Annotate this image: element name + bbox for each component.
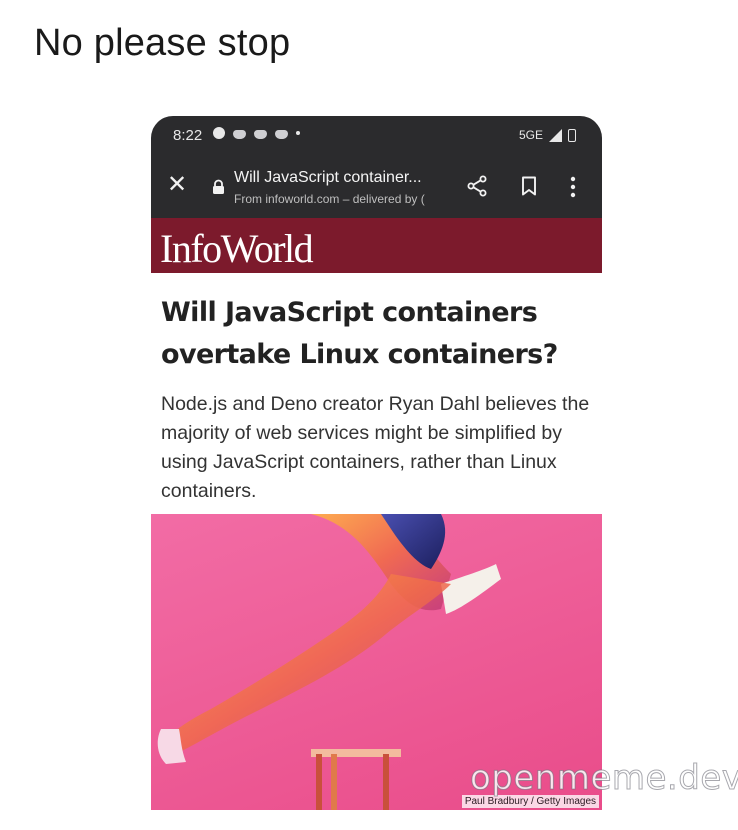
article-headline: Will JavaScript containers overtake Linu… bbox=[161, 297, 558, 370]
discord-icon bbox=[254, 129, 267, 139]
site-header: InfoWorld bbox=[151, 218, 602, 273]
post-caption: No please stop bbox=[34, 22, 291, 64]
network-label: 5GE bbox=[518, 128, 543, 142]
tab-title[interactable]: Will JavaScript container... bbox=[234, 169, 422, 187]
infoworld-logo[interactable]: InfoWorld bbox=[160, 225, 314, 272]
message-notification-icon bbox=[213, 127, 225, 139]
tab-subtitle: From infoworld.com – delivered by ( bbox=[234, 192, 425, 206]
status-right: 5GE bbox=[519, 128, 576, 142]
more-notifications-icon bbox=[296, 131, 300, 135]
discord-icon bbox=[275, 129, 288, 139]
status-time: 8:22 bbox=[173, 127, 203, 144]
status-bar: 8:22 5GE bbox=[151, 116, 602, 156]
notification-icons bbox=[213, 127, 300, 139]
discord-icon bbox=[233, 129, 246, 139]
signal-icon bbox=[549, 128, 562, 142]
close-icon[interactable]: ✕ bbox=[167, 173, 187, 197]
bookmark-icon[interactable] bbox=[521, 176, 537, 196]
lock-icon bbox=[213, 179, 224, 194]
article-summary: Node.js and Deno creator Ryan Dahl belie… bbox=[161, 393, 590, 502]
more-vert-icon[interactable] bbox=[570, 176, 576, 198]
battery-icon bbox=[568, 128, 576, 142]
custom-tab-toolbar: ✕ Will JavaScript container... From info… bbox=[151, 156, 602, 218]
phone-screenshot: 8:22 5GE ✕ Will JavaScript container... … bbox=[151, 116, 602, 810]
watermark: openmeme.dev bbox=[469, 758, 738, 799]
share-icon[interactable] bbox=[465, 174, 489, 198]
